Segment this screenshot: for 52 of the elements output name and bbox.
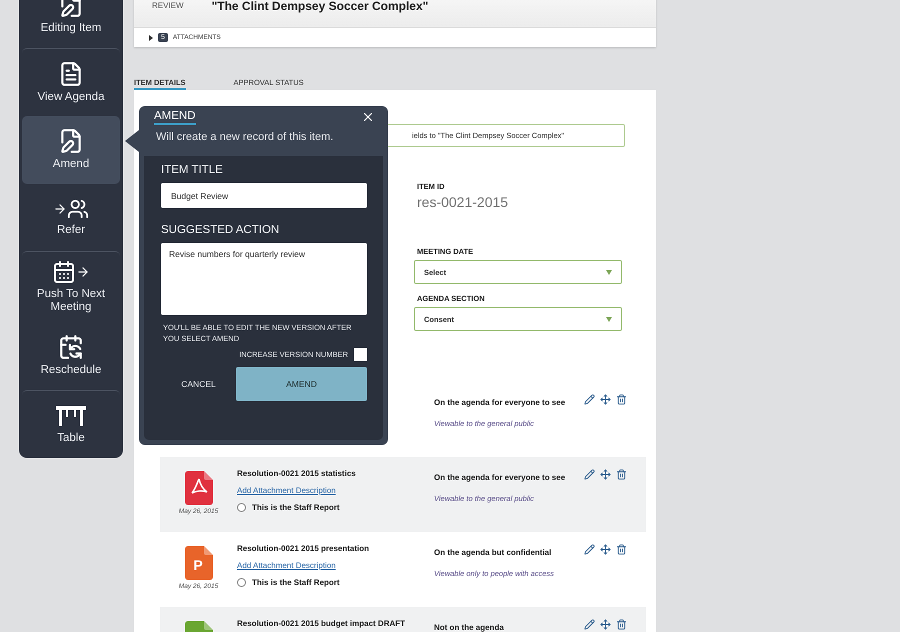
edit-icon[interactable]	[584, 394, 595, 405]
delete-icon[interactable]	[616, 544, 627, 555]
dropdown-caret-icon	[606, 316, 612, 322]
item-id: res-0021-2015	[417, 194, 510, 210]
close-button[interactable]	[361, 110, 375, 124]
field-label: SUGGESTED ACTION	[161, 224, 280, 236]
description-link[interactable]: Add Attachment Description	[237, 561, 336, 570]
move-icon[interactable]	[600, 469, 611, 480]
sidebar-item[interactable]: Reschedule	[22, 322, 120, 390]
item-title: "The Clint Dempsey Soccer Complex"	[212, 0, 428, 12]
staff-report-radio[interactable]	[237, 578, 246, 587]
version-checkbox[interactable]	[354, 348, 367, 361]
edit-icon[interactable]	[584, 469, 595, 480]
sidebar-item[interactable]: Refer	[22, 184, 120, 251]
move-icon[interactable]	[600, 394, 611, 405]
calendar-refresh-icon	[58, 334, 84, 360]
slides-file-icon: P	[184, 546, 212, 580]
pdf-file-icon	[184, 471, 212, 505]
attachment-title: Resolution-0021 2015 statistics	[237, 469, 357, 478]
description-link[interactable]: Add Attachment Description	[237, 486, 336, 495]
sidebar-item[interactable]: Push To Next Meeting	[22, 251, 120, 322]
field-label: ITEM TITLE	[161, 164, 224, 176]
radio-label: This is the Staff Report	[252, 503, 340, 512]
sidebar-item[interactable]: Table	[22, 390, 120, 458]
review-label: REVIEW	[152, 1, 184, 10]
dropdown-caret-icon	[606, 270, 612, 274]
attachment-title: Resolution-0021 2015 budget impact DRAFT	[237, 619, 406, 628]
staff-report-radio[interactable]	[237, 503, 246, 512]
table-icon	[55, 404, 87, 428]
move-icon[interactable]	[600, 544, 611, 555]
move-icon[interactable]	[600, 619, 611, 630]
visibility-text: On the agenda but confidential	[434, 548, 552, 557]
expand-caret-icon[interactable]	[149, 34, 153, 40]
sidebar-item[interactable]: Editing Item	[22, 0, 120, 48]
amend-button[interactable]: AMEND	[236, 367, 367, 401]
sidebar-item[interactable]: Amend	[22, 116, 120, 184]
radio-label: This is the Staff Report	[252, 578, 340, 587]
visibility-text: Not on the agenda	[434, 623, 505, 632]
popover-title: AMEND	[154, 110, 196, 125]
delete-icon[interactable]	[616, 619, 627, 630]
edit-icon[interactable]	[584, 619, 595, 630]
item-title-input[interactable]: Budget Review	[161, 183, 367, 208]
cancel-button[interactable]: CANCEL	[161, 367, 236, 401]
delete-icon[interactable]	[616, 469, 627, 480]
visibility-text: On the agenda for everyone to see	[434, 473, 566, 482]
suggested-action-input[interactable]: Revise numbers for quarterly review	[161, 243, 367, 315]
people-arrow-icon	[53, 198, 89, 220]
visibility-text: On the agenda for everyone to see	[434, 398, 566, 407]
attachment-title: Resolution-0021 2015 presentation	[237, 544, 370, 553]
delete-icon[interactable]	[616, 394, 627, 405]
edit-icon[interactable]	[584, 544, 595, 555]
calendar-arrow-icon	[52, 260, 90, 284]
